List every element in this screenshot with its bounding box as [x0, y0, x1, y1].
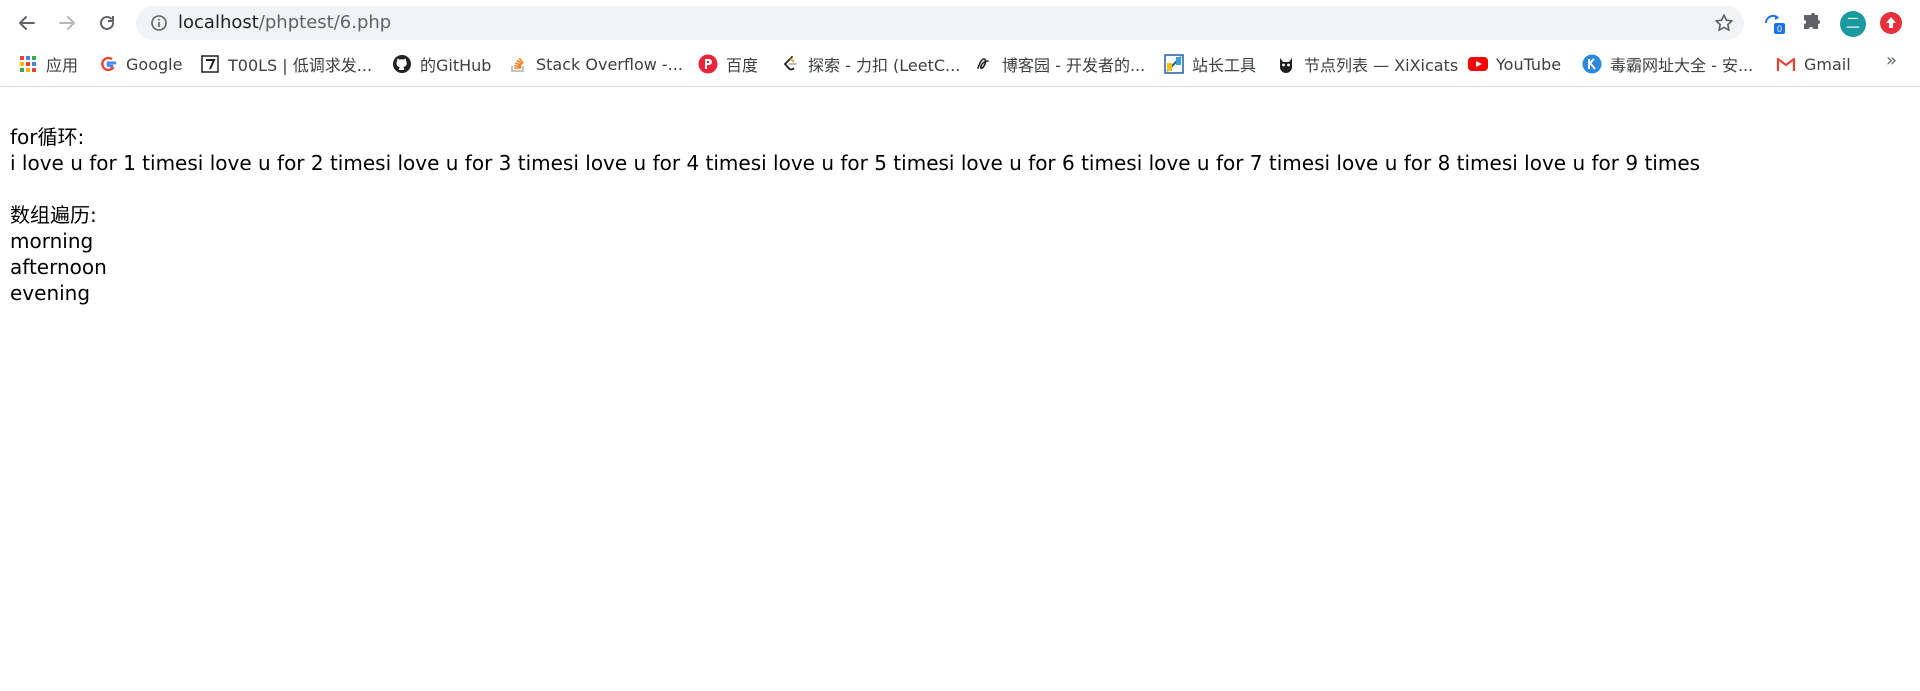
bookmark-label: 博客园 - 开发者的... — [1002, 56, 1146, 75]
line-break — [10, 176, 1700, 202]
cnblogs-icon — [974, 54, 994, 74]
bookmark-stackoverflow[interactable]: Stack Overflow -... — [508, 46, 683, 82]
sync-extension-button[interactable]: 0 — [1762, 11, 1786, 35]
url-text[interactable]: localhost/phptest/6.php — [178, 6, 391, 40]
extensions-puzzle-icon — [1804, 13, 1820, 29]
baidu-icon — [698, 54, 718, 74]
back-button[interactable] — [14, 10, 40, 36]
back-arrow-icon — [19, 16, 35, 30]
array-loop-heading: 数组遍历: — [10, 203, 97, 227]
profile-avatar[interactable]: 二 — [1840, 11, 1866, 37]
github-icon — [392, 54, 412, 74]
bookmark-duba[interactable]: 毒霸网址大全 - 安... — [1582, 46, 1753, 82]
array-item: morning — [10, 229, 94, 253]
chinaz-icon — [1164, 54, 1184, 74]
bookmark-label: 节点列表 — XiXicats — [1304, 56, 1459, 75]
bookmark-label: 的GitHub — [420, 56, 492, 75]
bookmark-cnblogs[interactable]: 博客园 - 开发者的... — [974, 46, 1145, 82]
url-host: localhost — [178, 12, 259, 33]
page-content: for循环: i love u for 1 timesi love u for … — [10, 124, 1700, 306]
address-bar[interactable]: localhost/phptest/6.php — [136, 6, 1744, 40]
xixicats-icon — [1276, 54, 1296, 74]
youtube-icon — [1468, 54, 1488, 74]
bookmark-label: Gmail — [1804, 54, 1851, 74]
sync-extension-icon: 0 — [1764, 14, 1785, 34]
bookmark-youtube[interactable]: YouTube — [1468, 46, 1561, 82]
extensions-button[interactable] — [1800, 11, 1824, 35]
bookmark-label: 站长工具 — [1192, 56, 1257, 75]
duba-icon — [1582, 54, 1602, 74]
array-item: afternoon — [10, 255, 107, 279]
bookmark-label: 百度 — [726, 56, 759, 75]
apps-grid-icon — [18, 54, 38, 74]
bookmarks-bar: 应用 Google T00LS | 低调求发... 的GitHub Stack … — [0, 46, 1920, 87]
bookmark-label: 应用 — [46, 56, 79, 75]
bookmark-apps[interactable]: 应用 — [18, 46, 78, 82]
bookmark-label: 探索 - 力扣 (LeetC... — [808, 56, 961, 75]
browser-toolbar: localhost/phptest/6.php 0 二 — [0, 0, 1920, 46]
bookmarks-overflow-button[interactable]: » — [1886, 50, 1897, 71]
bookmark-label: 毒霸网址大全 - 安... — [1610, 56, 1754, 75]
bookmark-baidu[interactable]: 百度 — [698, 46, 758, 82]
bookmark-xixicats[interactable]: 节点列表 — XiXicats — [1276, 46, 1458, 82]
leetcode-icon — [780, 54, 800, 74]
upload-extension-icon — [1886, 17, 1896, 28]
bookmark-leetcode[interactable]: 探索 - 力扣 (LeetC... — [780, 46, 960, 82]
forward-button[interactable] — [54, 10, 80, 36]
tools-icon — [200, 54, 220, 74]
bookmark-label: Stack Overflow -... — [536, 54, 683, 74]
google-icon — [98, 54, 118, 74]
bookmark-label: Google — [126, 54, 183, 74]
bookmark-label: YouTube — [1496, 54, 1562, 74]
bookmark-label: T00LS | 低调求发... — [228, 56, 373, 75]
array-item: evening — [10, 281, 91, 305]
reload-button[interactable] — [94, 10, 120, 36]
forward-arrow-icon — [59, 16, 75, 30]
for-loop-heading: for循环: — [10, 125, 85, 149]
bookmark-gmail[interactable]: Gmail — [1776, 46, 1851, 82]
url-path: /phptest/6.php — [258, 12, 392, 33]
info-icon[interactable] — [150, 14, 168, 32]
reload-icon — [100, 15, 114, 30]
red-extension-button[interactable] — [1880, 12, 1902, 34]
star-icon[interactable] — [1714, 13, 1734, 33]
stackoverflow-icon — [508, 54, 528, 74]
for-loop-output: i love u for 1 timesi love u for 2 times… — [10, 151, 1701, 175]
sync-badge-count: 0 — [1777, 24, 1782, 34]
gmail-icon — [1776, 54, 1796, 74]
bookmark-tools[interactable]: T00LS | 低调求发... — [200, 46, 372, 82]
bookmark-google[interactable]: Google — [98, 46, 182, 82]
bookmark-github[interactable]: 的GitHub — [392, 46, 491, 82]
bookmark-chinaz[interactable]: 站长工具 — [1164, 46, 1256, 82]
